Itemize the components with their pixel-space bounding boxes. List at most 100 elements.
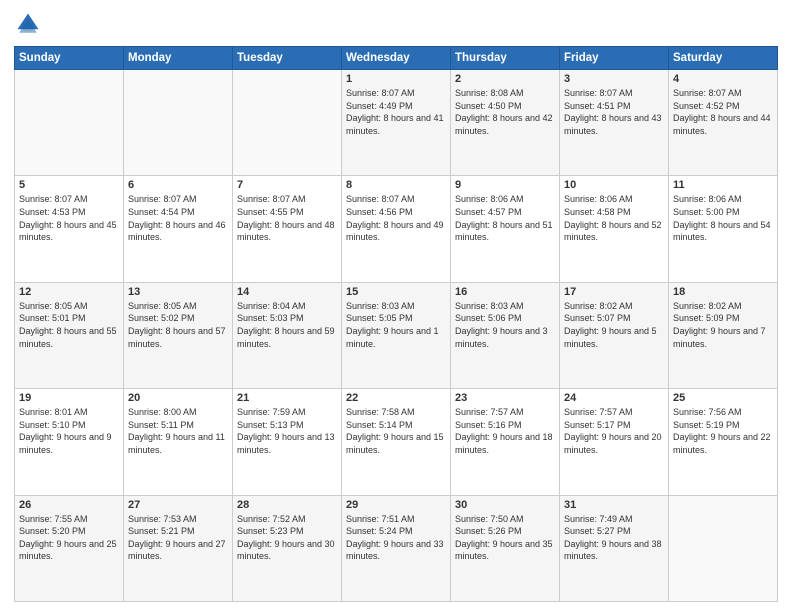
day-number: 25 <box>673 392 773 404</box>
day-number: 5 <box>19 179 119 191</box>
day-number: 27 <box>128 499 228 511</box>
day-info: Sunrise: 7:57 AM Sunset: 5:16 PM Dayligh… <box>455 406 555 456</box>
calendar-cell: 9 Sunrise: 8:06 AM Sunset: 4:57 PM Daylig… <box>451 176 560 282</box>
calendar-week-row: 12Sunrise: 8:05 AM Sunset: 5:01 PM Dayli… <box>15 282 778 388</box>
day-header-wednesday: Wednesday <box>342 47 451 70</box>
calendar-cell: 15Sunrise: 8:03 AM Sunset: 5:05 PM Dayli… <box>342 282 451 388</box>
day-info: Sunrise: 8:06 AM Sunset: 5:00 PM Dayligh… <box>673 193 773 243</box>
day-info: Sunrise: 7:52 AM Sunset: 5:23 PM Dayligh… <box>237 513 337 563</box>
calendar-cell <box>15 70 124 176</box>
day-number: 6 <box>128 179 228 191</box>
day-info: Sunrise: 8:05 AM Sunset: 5:01 PM Dayligh… <box>19 300 119 350</box>
day-number: 10 <box>564 179 664 191</box>
day-info: Sunrise: 7:50 AM Sunset: 5:26 PM Dayligh… <box>455 513 555 563</box>
calendar-cell <box>233 70 342 176</box>
day-info: Sunrise: 8:02 AM Sunset: 5:07 PM Dayligh… <box>564 300 664 350</box>
day-info: Sunrise: 7:58 AM Sunset: 5:14 PM Dayligh… <box>346 406 446 456</box>
day-header-friday: Friday <box>560 47 669 70</box>
day-number: 7 <box>237 179 337 191</box>
calendar-cell: 16 Sunrise: 8:03 AM Sunset: 5:06 PM Dayli… <box>451 282 560 388</box>
calendar-cell: 3 Sunrise: 8:07 AM Sunset: 4:51 PM Daylig… <box>560 70 669 176</box>
calendar-cell: 6Sunrise: 8:07 AM Sunset: 4:54 PM Daylig… <box>124 176 233 282</box>
calendar-cell <box>124 70 233 176</box>
calendar-cell: 20 Sunrise: 8:00 AM Sunset: 5:11 PM Dayli… <box>124 389 233 495</box>
day-info: Sunrise: 7:59 AM Sunset: 5:13 PM Dayligh… <box>237 406 337 456</box>
day-number: 22 <box>346 392 446 404</box>
day-number: 24 <box>564 392 664 404</box>
calendar-cell: 30 Sunrise: 7:50 AM Sunset: 5:26 PM Dayli… <box>451 495 560 601</box>
calendar-cell: 26 Sunrise: 7:55 AM Sunset: 5:20 PM Dayli… <box>15 495 124 601</box>
day-number: 13 <box>128 286 228 298</box>
day-number: 23 <box>455 392 555 404</box>
day-number: 8 <box>346 179 446 191</box>
day-info: Sunrise: 7:51 AM Sunset: 5:24 PM Dayligh… <box>346 513 446 563</box>
calendar-cell: 31 Sunrise: 7:49 AM Sunset: 5:27 PM Dayli… <box>560 495 669 601</box>
day-number: 2 <box>455 73 555 85</box>
day-number: 30 <box>455 499 555 511</box>
day-info: Sunrise: 7:49 AM Sunset: 5:27 PM Dayligh… <box>564 513 664 563</box>
calendar-cell: 29 Sunrise: 7:51 AM Sunset: 5:24 PM Dayli… <box>342 495 451 601</box>
calendar-cell: 17 Sunrise: 8:02 AM Sunset: 5:07 PM Dayli… <box>560 282 669 388</box>
day-number: 11 <box>673 179 773 191</box>
calendar-cell: 12Sunrise: 8:05 AM Sunset: 5:01 PM Dayli… <box>15 282 124 388</box>
day-info: Sunrise: 7:56 AM Sunset: 5:19 PM Dayligh… <box>673 406 773 456</box>
day-info: Sunrise: 8:01 AM Sunset: 5:10 PM Dayligh… <box>19 406 119 456</box>
day-info: Sunrise: 8:06 AM Sunset: 4:57 PM Dayligh… <box>455 193 555 243</box>
day-info: Sunrise: 8:07 AM Sunset: 4:56 PM Dayligh… <box>346 193 446 243</box>
calendar-cell: 25 Sunrise: 7:56 AM Sunset: 5:19 PM Dayli… <box>669 389 778 495</box>
calendar-cell: 27Sunrise: 7:53 AM Sunset: 5:21 PM Dayli… <box>124 495 233 601</box>
day-info: Sunrise: 8:07 AM Sunset: 4:51 PM Dayligh… <box>564 87 664 137</box>
calendar-week-row: 1 Sunrise: 8:07 AM Sunset: 4:49 PM Daylig… <box>15 70 778 176</box>
day-info: Sunrise: 7:55 AM Sunset: 5:20 PM Dayligh… <box>19 513 119 563</box>
calendar-week-row: 19Sunrise: 8:01 AM Sunset: 5:10 PM Dayli… <box>15 389 778 495</box>
day-number: 3 <box>564 73 664 85</box>
calendar-cell: 14Sunrise: 8:04 AM Sunset: 5:03 PM Dayli… <box>233 282 342 388</box>
calendar-cell: 13Sunrise: 8:05 AM Sunset: 5:02 PM Dayli… <box>124 282 233 388</box>
day-number: 28 <box>237 499 337 511</box>
day-number: 9 <box>455 179 555 191</box>
day-info: Sunrise: 8:07 AM Sunset: 4:55 PM Dayligh… <box>237 193 337 243</box>
day-header-sunday: Sunday <box>15 47 124 70</box>
calendar-cell: 23 Sunrise: 7:57 AM Sunset: 5:16 PM Dayli… <box>451 389 560 495</box>
day-info: Sunrise: 8:07 AM Sunset: 4:53 PM Dayligh… <box>19 193 119 243</box>
day-info: Sunrise: 8:06 AM Sunset: 4:58 PM Dayligh… <box>564 193 664 243</box>
calendar-header-row: SundayMondayTuesdayWednesdayThursdayFrid… <box>15 47 778 70</box>
calendar-cell: 11 Sunrise: 8:06 AM Sunset: 5:00 PM Dayli… <box>669 176 778 282</box>
day-number: 14 <box>237 286 337 298</box>
calendar-cell: 28 Sunrise: 7:52 AM Sunset: 5:23 PM Dayli… <box>233 495 342 601</box>
day-number: 26 <box>19 499 119 511</box>
day-number: 20 <box>128 392 228 404</box>
day-info: Sunrise: 8:03 AM Sunset: 5:05 PM Dayligh… <box>346 300 446 350</box>
day-info: Sunrise: 8:03 AM Sunset: 5:06 PM Dayligh… <box>455 300 555 350</box>
page: SundayMondayTuesdayWednesdayThursdayFrid… <box>0 0 792 612</box>
calendar-cell: 8 Sunrise: 8:07 AM Sunset: 4:56 PM Daylig… <box>342 176 451 282</box>
day-number: 17 <box>564 286 664 298</box>
calendar-cell: 1 Sunrise: 8:07 AM Sunset: 4:49 PM Daylig… <box>342 70 451 176</box>
calendar-cell: 18Sunrise: 8:02 AM Sunset: 5:09 PM Dayli… <box>669 282 778 388</box>
calendar-cell <box>669 495 778 601</box>
day-info: Sunrise: 8:07 AM Sunset: 4:49 PM Dayligh… <box>346 87 446 137</box>
day-number: 31 <box>564 499 664 511</box>
day-info: Sunrise: 8:02 AM Sunset: 5:09 PM Dayligh… <box>673 300 773 350</box>
calendar-cell: 19Sunrise: 8:01 AM Sunset: 5:10 PM Dayli… <box>15 389 124 495</box>
day-number: 21 <box>237 392 337 404</box>
day-number: 16 <box>455 286 555 298</box>
logo-icon <box>14 10 42 38</box>
day-header-monday: Monday <box>124 47 233 70</box>
day-number: 29 <box>346 499 446 511</box>
day-header-saturday: Saturday <box>669 47 778 70</box>
calendar-week-row: 5 Sunrise: 8:07 AM Sunset: 4:53 PM Daylig… <box>15 176 778 282</box>
header <box>14 10 778 38</box>
calendar-cell: 24Sunrise: 7:57 AM Sunset: 5:17 PM Dayli… <box>560 389 669 495</box>
day-header-thursday: Thursday <box>451 47 560 70</box>
calendar-cell: 7 Sunrise: 8:07 AM Sunset: 4:55 PM Daylig… <box>233 176 342 282</box>
calendar-week-row: 26 Sunrise: 7:55 AM Sunset: 5:20 PM Dayli… <box>15 495 778 601</box>
day-info: Sunrise: 8:00 AM Sunset: 5:11 PM Dayligh… <box>128 406 228 456</box>
calendar-table: SundayMondayTuesdayWednesdayThursdayFrid… <box>14 46 778 602</box>
calendar-cell: 2Sunrise: 8:08 AM Sunset: 4:50 PM Daylig… <box>451 70 560 176</box>
day-number: 1 <box>346 73 446 85</box>
logo <box>14 10 46 38</box>
calendar-cell: 5 Sunrise: 8:07 AM Sunset: 4:53 PM Daylig… <box>15 176 124 282</box>
calendar-cell: 22 Sunrise: 7:58 AM Sunset: 5:14 PM Dayli… <box>342 389 451 495</box>
calendar-cell: 4Sunrise: 8:07 AM Sunset: 4:52 PM Daylig… <box>669 70 778 176</box>
